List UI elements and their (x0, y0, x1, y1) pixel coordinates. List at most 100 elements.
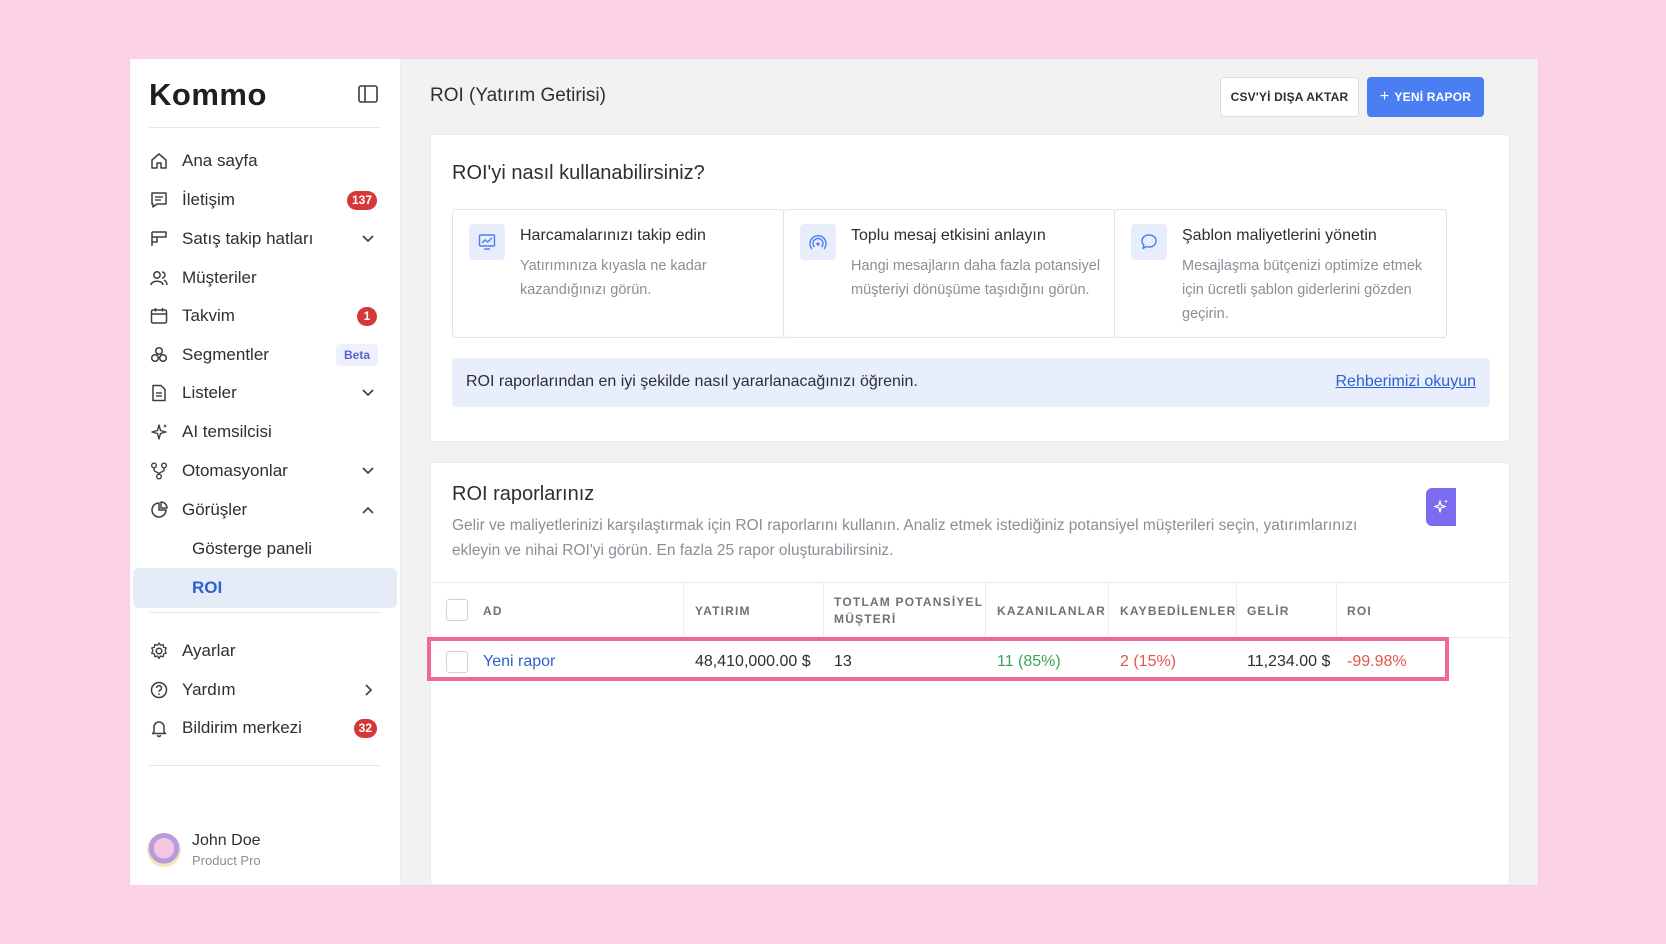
feature-card-broadcast-impact: Toplu mesaj etkisini anlayın Hangi mesaj… (783, 209, 1116, 338)
sidebar-item-label: Satış takip hatları (182, 229, 314, 248)
sidebar-item-label: Ana sayfa (182, 151, 258, 170)
users-icon (150, 271, 168, 286)
new-report-button[interactable]: + YENİ RAPOR (1367, 77, 1484, 117)
user-role: Product Pro (192, 853, 261, 868)
calendar-count-badge: 1 (357, 306, 377, 326)
sidebar-item-label: Listeler (182, 383, 237, 402)
feature-description: Mesajlaşma bütçenizi optimize etmek için… (1182, 258, 1423, 322)
sidebar-item-settings[interactable]: Ayarlar (133, 631, 397, 671)
sidebar-item-automations[interactable]: Otomasyonlar (133, 451, 397, 491)
chart-monitor-icon (469, 224, 505, 260)
bell-icon (151, 721, 167, 738)
home-icon (151, 153, 167, 169)
feature-title: Toplu mesaj etkisini anlayın (851, 227, 1046, 244)
sidebar-item-label: Takvim (182, 306, 235, 325)
beta-badge: Beta (335, 344, 378, 366)
sidebar-item-label: Görüşler (182, 500, 248, 519)
column-header-revenue[interactable]: GELİR (1247, 583, 1290, 639)
sidebar-item-dashboard[interactable]: Gösterge paneli (133, 529, 397, 569)
column-header-lost[interactable]: KAYBEDİLENLER (1120, 583, 1237, 639)
howto-title: ROI'yi nasıl kullanabilirsiniz? (452, 162, 705, 184)
page-title: ROI (Yatırım Getirisi) (430, 85, 606, 106)
chat-icon (151, 192, 167, 208)
sparkle-icon (1433, 499, 1448, 513)
sidebar-divider (149, 127, 381, 128)
chevron-down-icon[interactable] (361, 386, 375, 400)
feature-description: Hangi mesajların daha fazla potansiyel m… (851, 258, 1101, 298)
sidebar-item-notifications[interactable]: Bildirim merkezi 32 (133, 708, 397, 748)
sidebar-item-help[interactable]: Yardım (133, 670, 397, 710)
guide-info-bar: ROI raporlarından en iyi şekilde nasıl y… (452, 358, 1490, 407)
feature-description: Yatırımınıza kıyasla ne kadar kazandığın… (520, 258, 707, 298)
sidebar-item-segments[interactable]: Segmentler Beta (133, 335, 397, 375)
sidebar-item-customers[interactable]: Müşteriler (133, 258, 397, 298)
chevron-down-icon[interactable] (361, 232, 375, 246)
pipeline-icon (151, 231, 167, 246)
unread-count-badge: 137 (346, 190, 377, 210)
sidebar-toggle-icon[interactable] (357, 83, 381, 107)
column-header-won[interactable]: KAZANILANLAR (997, 583, 1106, 639)
app-window: Kommo Ana sayfa İletişim 137 Satış takip… (130, 59, 1538, 885)
chevron-down-icon[interactable] (361, 464, 375, 478)
pie-chart-icon (151, 501, 168, 518)
report-name-link[interactable]: Yeni rapor (483, 638, 555, 686)
sidebar-item-label: Müşteriler (182, 268, 257, 287)
column-divider (1108, 583, 1109, 639)
row-checkbox[interactable] (446, 651, 468, 673)
sparkle-icon (151, 424, 167, 440)
export-csv-button[interactable]: CSV'Yİ DIŞA AKTAR (1220, 77, 1359, 117)
chevron-up-icon[interactable] (361, 503, 375, 517)
column-header-investment[interactable]: YATIRIM (695, 583, 751, 639)
sidebar: Kommo Ana sayfa İletişim 137 Satış takip… (130, 59, 401, 885)
broadcast-icon (800, 224, 836, 260)
column-header-total-leads[interactable]: TOTLAM POTANSİYEL MÜŞTERİ (834, 583, 984, 639)
table-header: AD YATIRIM TOTLAM POTANSİYEL MÜŞTERİ KAZ… (431, 582, 1511, 639)
sidebar-item-label: İletişim (182, 190, 235, 209)
revenue-value: 11,234.00 $ (1247, 653, 1331, 670)
column-header-name[interactable]: AD (483, 583, 503, 639)
lost-value: 2 (15%) (1120, 653, 1177, 670)
column-divider (683, 583, 684, 639)
investment-value: 48,410,000.00 $ (695, 653, 811, 670)
column-divider (823, 583, 824, 639)
sidebar-item-ai-agent[interactable]: AI temsilcisi (133, 412, 397, 452)
user-name: John Doe (192, 832, 261, 849)
read-guide-link[interactable]: Rehberimizi okuyun (1335, 373, 1476, 391)
sidebar-item-communication[interactable]: İletişim 137 (133, 180, 397, 220)
notification-count-badge: 32 (353, 718, 377, 738)
help-icon (150, 681, 168, 699)
column-divider (985, 583, 986, 639)
sidebar-item-roi[interactable]: ROI (133, 568, 397, 608)
kommo-logo[interactable]: Kommo (149, 77, 267, 113)
logo-row: Kommo (149, 77, 381, 119)
column-header-roi[interactable]: ROI (1347, 583, 1372, 639)
gear-icon (151, 642, 167, 660)
sidebar-item-label: Ayarlar (182, 641, 236, 660)
avatar (147, 833, 181, 867)
sidebar-item-pipelines[interactable]: Satış takip hatları (133, 219, 397, 259)
ai-assistant-button[interactable] (1426, 488, 1456, 526)
reports-title: ROI raporlarınız (452, 483, 595, 505)
sidebar-item-label: ROI (192, 578, 223, 597)
sidebar-item-insights[interactable]: Görüşler (133, 490, 397, 530)
feature-title: Şablon maliyetlerini yönetin (1182, 227, 1377, 244)
document-icon (152, 384, 166, 402)
speech-bubble-icon (1131, 224, 1167, 260)
plus-icon: + (1379, 88, 1390, 105)
chevron-right-icon[interactable] (361, 683, 375, 697)
column-divider (1236, 583, 1237, 639)
sidebar-item-lists[interactable]: Listeler (133, 373, 397, 413)
select-all-checkbox[interactable] (446, 599, 468, 621)
roi-value: -99.98% (1347, 653, 1407, 670)
user-profile[interactable]: John Doe Product Pro (147, 829, 387, 873)
won-value: 11 (85%) (997, 653, 1061, 670)
table-row[interactable]: Yeni rapor 48,410,000.00 $ 13 11 (85%) 2… (431, 638, 1511, 686)
sidebar-item-calendar[interactable]: Takvim 1 (133, 296, 397, 336)
sidebar-item-home[interactable]: Ana sayfa (133, 141, 397, 181)
reports-description: Gelir ve maliyetlerinizi karşılaştırmak … (452, 517, 1358, 559)
new-report-label: YENİ RAPOR (1394, 90, 1472, 104)
segments-icon (150, 346, 168, 363)
feature-title: Harcamalarınızı takip edin (520, 227, 706, 244)
sidebar-item-label: Bildirim merkezi (182, 718, 302, 737)
column-divider (1336, 583, 1337, 639)
